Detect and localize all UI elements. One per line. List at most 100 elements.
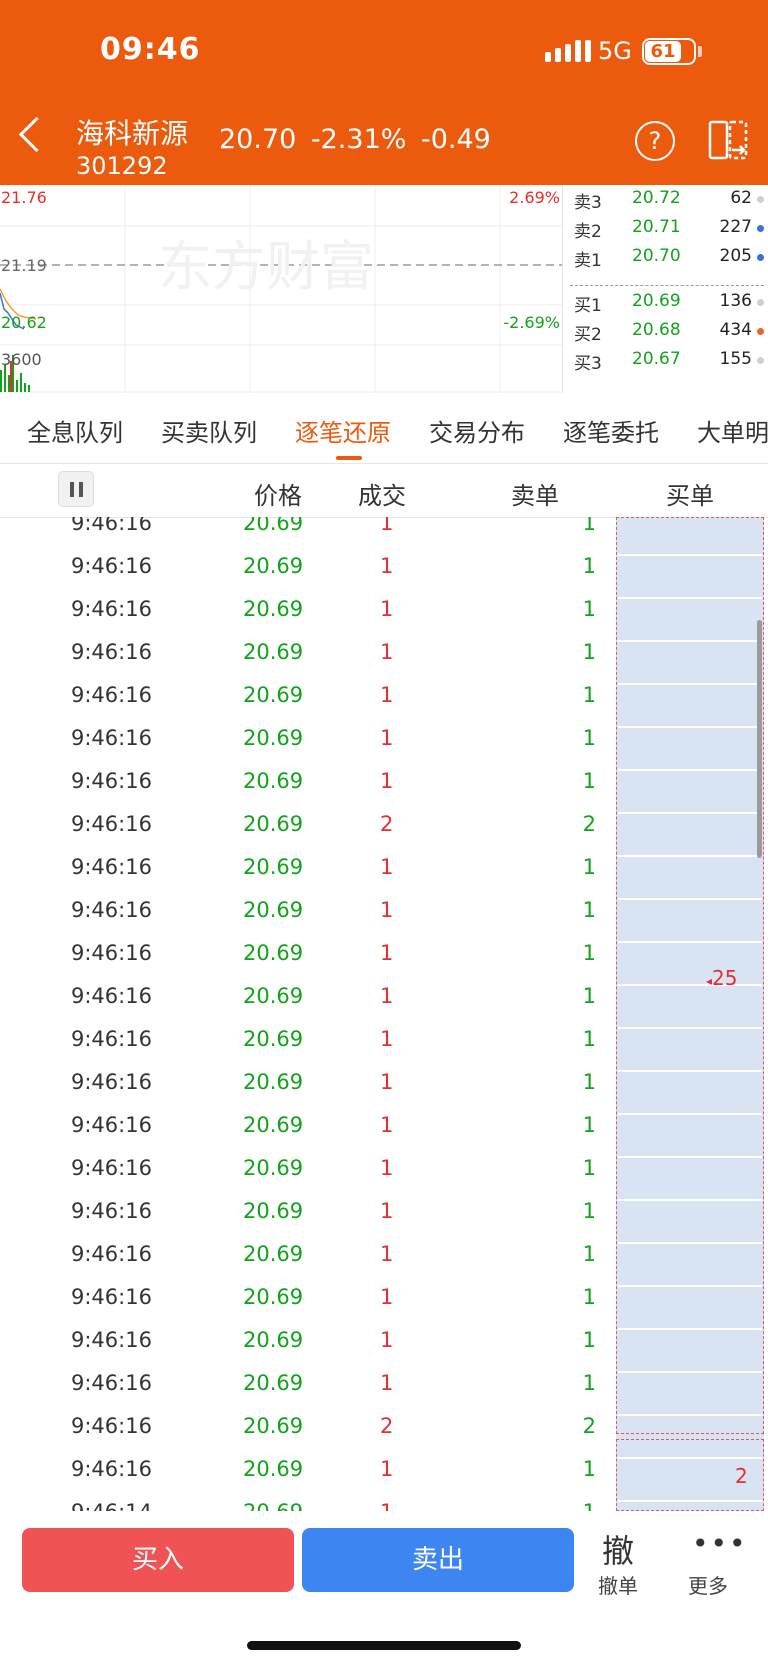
trade-time: 9:46:16 xyxy=(71,1113,152,1137)
table-row: 9:46:16 20.69 1 1 xyxy=(0,1199,610,1242)
table-row: 9:46:16 20.69 1 1 xyxy=(0,1328,610,1371)
order-level: 买3 xyxy=(574,354,602,374)
trade-time: 9:46:16 xyxy=(71,1414,152,1438)
trade-time: 9:46:16 xyxy=(71,769,152,793)
tab-item[interactable]: 全息队列 xyxy=(27,413,123,448)
table-row: 9:46:16 20.69 1 1 xyxy=(0,1371,610,1414)
trade-volume: 1 xyxy=(380,640,394,664)
trade-price: 20.69 xyxy=(243,1199,304,1223)
trade-volume: 1 xyxy=(380,1371,394,1395)
order-price: 20.68 xyxy=(632,320,681,340)
order-book-row: 买3 20.67 155 xyxy=(568,349,764,375)
trade-price: 20.69 xyxy=(243,1027,304,1051)
trade-price: 20.69 xyxy=(243,554,304,578)
trade-sell: 2 xyxy=(582,812,596,836)
tab-item[interactable]: 逐笔委托 xyxy=(563,413,659,448)
help-icon[interactable]: ? xyxy=(635,121,675,161)
header-sell: 卖单 xyxy=(511,482,559,510)
trade-sell: 1 xyxy=(582,1156,596,1180)
trade-volume: 1 xyxy=(380,1285,394,1309)
more-label[interactable]: 更多 xyxy=(688,1570,728,1599)
trade-volume: 2 xyxy=(380,1414,394,1438)
tab-item[interactable]: 买卖队列 xyxy=(161,413,257,448)
order-book-row: 卖1 20.70 205 xyxy=(568,246,764,272)
order-level: 买2 xyxy=(574,325,602,345)
trade-price: 20.69 xyxy=(243,898,304,922)
trade-price: 20.69 xyxy=(243,1113,304,1137)
order-volume: 62 xyxy=(730,188,752,208)
pause-button[interactable] xyxy=(58,471,94,507)
buy-grid-line xyxy=(618,1371,762,1373)
tab-item[interactable]: 交易分布 xyxy=(429,413,525,448)
trade-sell: 1 xyxy=(582,1113,596,1137)
buy-grid-line xyxy=(618,1500,762,1502)
trade-volume: 1 xyxy=(380,1156,394,1180)
table-row: 9:46:16 20.69 1 1 xyxy=(0,898,610,941)
order-dot xyxy=(757,357,764,364)
trade-volume: 1 xyxy=(380,984,394,1008)
trade-price: 20.69 xyxy=(243,1328,304,1352)
buy-order-qty: ◂25 xyxy=(706,966,738,990)
order-volume: 136 xyxy=(719,291,752,311)
tab-item[interactable]: 逐笔还原 xyxy=(295,413,391,448)
buy-button[interactable]: 买入 xyxy=(22,1528,294,1592)
trade-volume: 1 xyxy=(380,597,394,621)
scrollbar[interactable] xyxy=(757,620,762,858)
order-level: 卖2 xyxy=(574,222,602,242)
network-type: 5G xyxy=(598,37,632,65)
chart-low: 20.62 xyxy=(1,313,47,332)
table-row: 9:46:16 20.69 1 1 xyxy=(0,855,610,898)
table-row: 9:46:16 20.69 1 1 xyxy=(0,517,610,554)
trade-volume: 1 xyxy=(380,1500,393,1511)
buy-grid-line xyxy=(618,1328,762,1330)
chart-high: 21.76 xyxy=(1,188,47,207)
order-dot xyxy=(757,299,764,306)
table-row: 9:46:16 20.69 1 1 xyxy=(0,726,610,769)
trade-time: 9:46:16 xyxy=(71,1027,152,1051)
order-price: 20.67 xyxy=(632,349,681,369)
trade-volume: 1 xyxy=(380,1027,394,1051)
stock-name: 海科新源 xyxy=(76,117,189,150)
trade-price: 20.69 xyxy=(243,984,304,1008)
sell-button[interactable]: 卖出 xyxy=(302,1528,574,1592)
trade-time: 9:46:16 xyxy=(71,941,152,965)
trade-volume: 1 xyxy=(380,1113,394,1137)
table-row: 9:46:16 20.69 2 2 xyxy=(0,1414,610,1457)
trade-sell: 1 xyxy=(582,1242,596,1266)
trade-sell: 1 xyxy=(583,1500,596,1511)
order-price: 20.71 xyxy=(632,217,681,237)
trade-time: 9:46:16 xyxy=(71,1199,152,1223)
order-volume: 155 xyxy=(719,349,752,369)
order-price: 20.70 xyxy=(632,246,681,266)
more-icon[interactable]: ••• xyxy=(692,1527,748,1560)
buy-grid-line xyxy=(618,769,762,771)
trade-time: 9:46:16 xyxy=(71,855,152,879)
trade-volume: 1 xyxy=(380,941,394,965)
trade-sell: 1 xyxy=(582,898,596,922)
trade-time: 9:46:14 xyxy=(71,1500,152,1511)
home-indicator xyxy=(247,1641,521,1650)
table-row: 9:46:16 20.69 1 1 xyxy=(0,640,610,683)
active-tab-indicator xyxy=(336,456,362,460)
watermark: 东方财富 xyxy=(158,235,374,298)
trade-price: 20.69 xyxy=(243,1457,304,1481)
cancel-order-label[interactable]: 撤单 xyxy=(598,1570,638,1599)
trade-sell: 1 xyxy=(582,941,596,965)
buy-grid-line xyxy=(618,1242,762,1244)
trade-price: 20.69 xyxy=(243,1414,304,1438)
trade-price: 20.69 xyxy=(243,640,304,664)
trade-time: 9:46:16 xyxy=(71,597,152,621)
tab-item[interactable]: 大单明 xyxy=(697,413,768,448)
buy-grid-line xyxy=(618,554,762,556)
buy-order-qty: 2 xyxy=(735,1464,748,1488)
table-row: 9:46:16 20.69 1 1 xyxy=(0,1070,610,1113)
trade-volume: 1 xyxy=(380,898,394,922)
trade-sell: 1 xyxy=(582,855,596,879)
intraday-chart[interactable]: 东方财富 21.76 21.19 20.62 3600 2.69% -2.69% xyxy=(0,185,562,393)
cancel-order-icon[interactable]: 撤 xyxy=(602,1526,634,1572)
trade-time: 9:46:16 xyxy=(71,1070,152,1094)
switch-view-icon[interactable] xyxy=(708,120,748,160)
order-book: 卖3 20.72 62 卖2 20.71 227 卖1 20.70 205 买1 20.69 136 买… xyxy=(562,185,768,393)
header-price: 价格 xyxy=(254,482,302,510)
buy-grid-line xyxy=(618,640,762,642)
